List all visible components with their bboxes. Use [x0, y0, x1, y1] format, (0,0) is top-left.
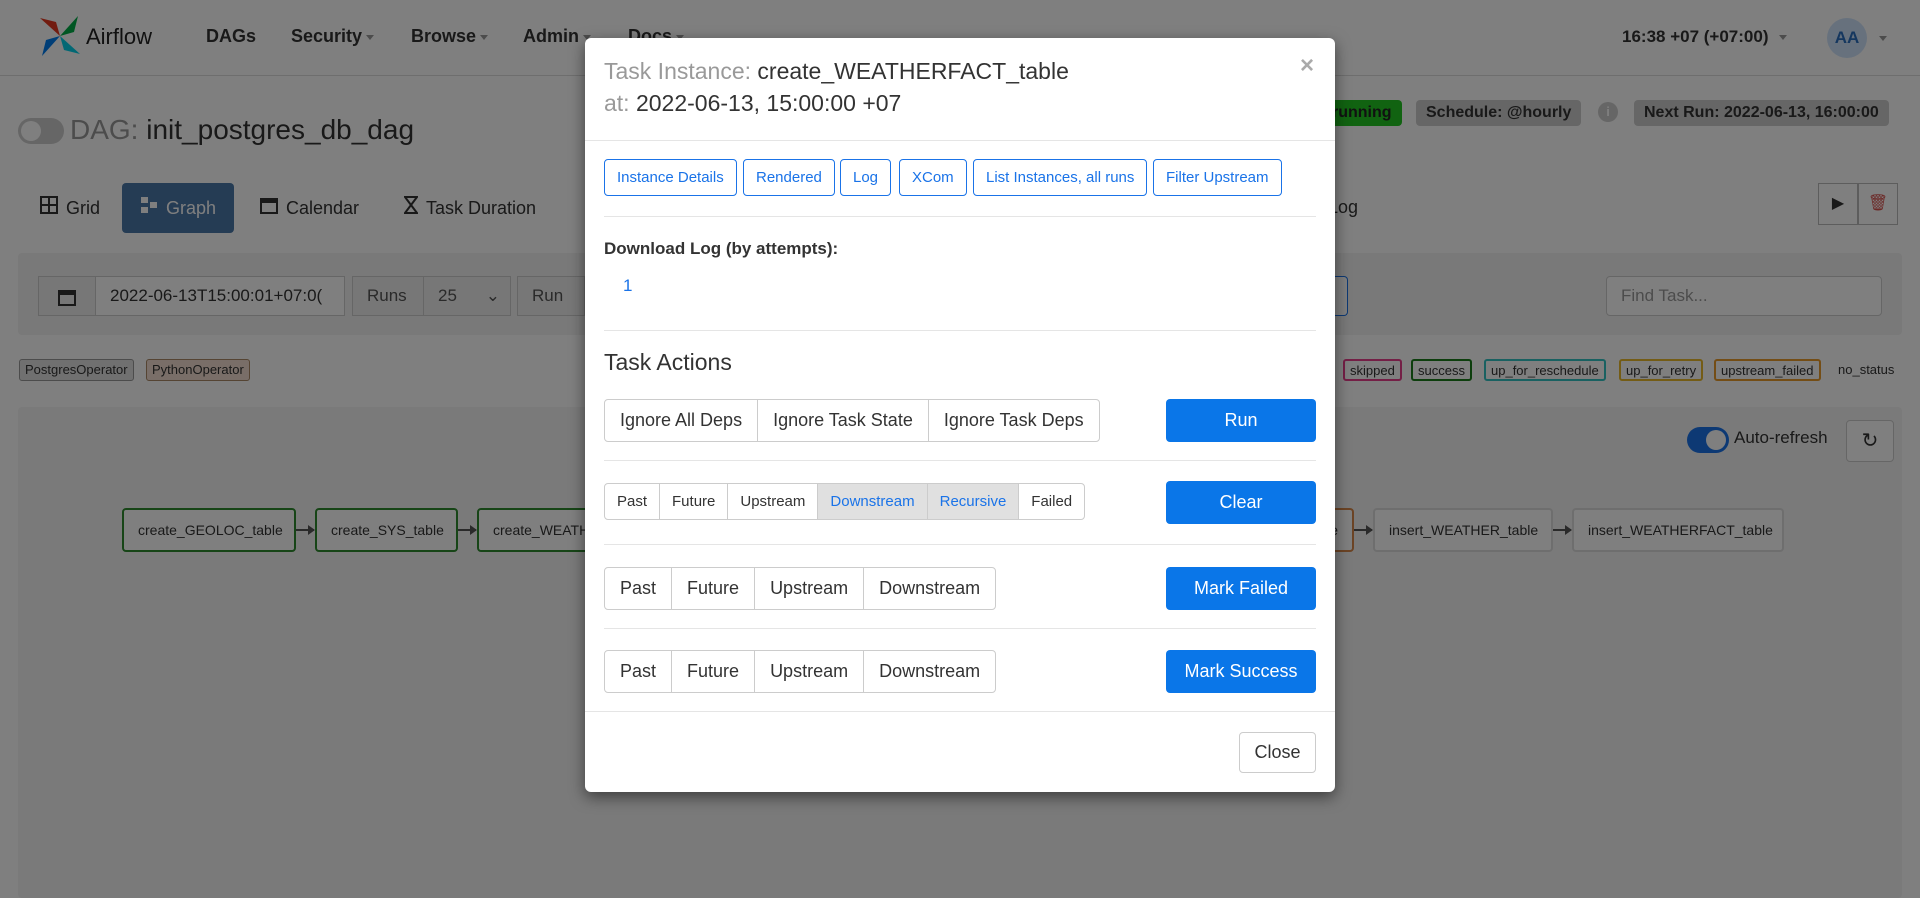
clear-options-group: Past Future Upstream Downstream Recursiv…	[604, 483, 1086, 520]
clear-failed-toggle[interactable]: Failed	[1018, 483, 1086, 520]
divider	[604, 216, 1316, 217]
close-button[interactable]: Close	[1239, 732, 1316, 773]
download-log-label: Download Log (by attempts):	[604, 239, 839, 258]
mark-failed-button[interactable]: Mark Failed	[1166, 567, 1316, 610]
failed-future-toggle[interactable]: Future	[671, 567, 756, 610]
download-log-attempt-link[interactable]: 1	[623, 276, 632, 296]
success-past-toggle[interactable]: Past	[604, 650, 673, 693]
clear-past-toggle[interactable]: Past	[604, 483, 661, 520]
instance-details-button[interactable]: Instance Details	[604, 159, 737, 196]
rendered-button[interactable]: Rendered	[743, 159, 835, 196]
clear-button[interactable]: Clear	[1166, 481, 1316, 524]
close-icon[interactable]: ×	[1300, 52, 1314, 80]
divider	[604, 628, 1316, 629]
modal-footer-divider	[585, 711, 1335, 712]
clear-upstream-toggle[interactable]: Upstream	[727, 483, 819, 520]
filter-upstream-button[interactable]: Filter Upstream	[1153, 159, 1282, 196]
failed-past-toggle[interactable]: Past	[604, 567, 673, 610]
task-actions-heading: Task Actions	[604, 349, 732, 375]
ignore-task-state-toggle[interactable]: Ignore Task State	[757, 399, 929, 442]
failed-upstream-toggle[interactable]: Upstream	[754, 567, 865, 610]
run-button[interactable]: Run	[1166, 399, 1316, 442]
modal-task-id: create_WEATHERFACT_table	[757, 58, 1069, 84]
task-instance-modal: Task Instance: create_WEATHERFACT_table …	[585, 38, 1335, 792]
modal-date-value: 2022-06-13, 15:00:00 +07	[635, 90, 902, 116]
ignore-all-deps-toggle[interactable]: Ignore All Deps	[604, 399, 759, 442]
failed-downstream-toggle[interactable]: Downstream	[863, 567, 997, 610]
modal-at-prefix: at:	[604, 90, 630, 116]
mark-failed-options-group: Past Future Upstream Downstream	[604, 567, 997, 610]
xcom-button[interactable]: XCom	[899, 159, 967, 196]
modal-execution-date: at: 2022-06-13, 15:00:00 +07	[604, 90, 901, 117]
clear-downstream-toggle[interactable]: Downstream	[817, 483, 928, 520]
mark-success-button[interactable]: Mark Success	[1166, 650, 1316, 693]
success-future-toggle[interactable]: Future	[671, 650, 756, 693]
modal-title-prefix: Task Instance:	[604, 58, 752, 84]
mark-success-options-group: Past Future Upstream Downstream	[604, 650, 997, 693]
run-options-group: Ignore All Deps Ignore Task State Ignore…	[604, 399, 1100, 442]
modal-title: Task Instance: create_WEATHERFACT_table	[604, 58, 1069, 85]
success-downstream-toggle[interactable]: Downstream	[863, 650, 997, 693]
success-upstream-toggle[interactable]: Upstream	[754, 650, 865, 693]
clear-recursive-toggle[interactable]: Recursive	[926, 483, 1020, 520]
log-button[interactable]: Log	[840, 159, 892, 196]
divider	[604, 460, 1316, 461]
ignore-task-deps-toggle[interactable]: Ignore Task Deps	[927, 399, 1100, 442]
list-instances-button[interactable]: List Instances, all runs	[973, 159, 1148, 196]
divider	[604, 544, 1316, 545]
clear-future-toggle[interactable]: Future	[659, 483, 729, 520]
divider	[604, 330, 1316, 331]
